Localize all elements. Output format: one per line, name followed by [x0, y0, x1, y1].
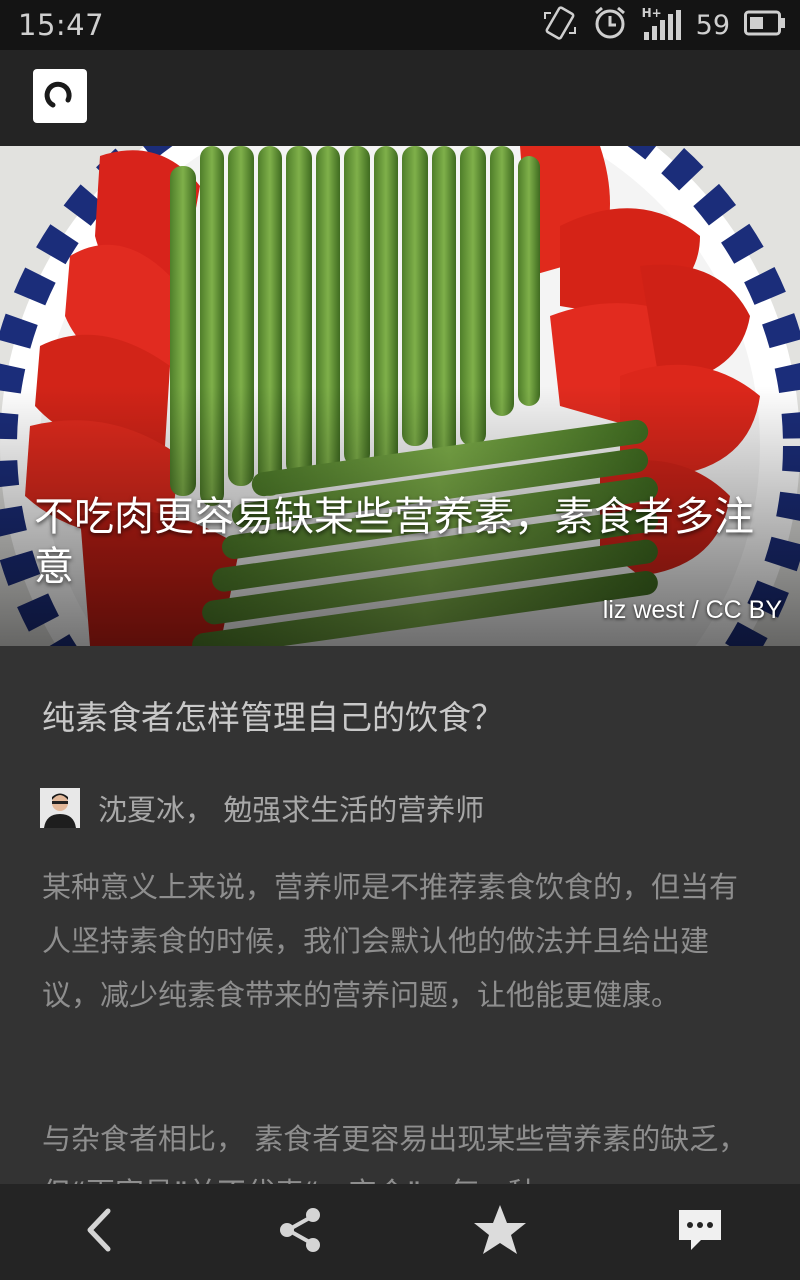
avatar[interactable]	[40, 788, 80, 828]
hero-image[interactable]: 不吃肉更容易缺某些营养素，素食者多注意 liz west / CC BY	[0, 146, 800, 646]
app-bar	[0, 50, 800, 146]
battery-icon	[744, 10, 786, 40]
signal-icon: H+	[642, 6, 682, 42]
back-button[interactable]	[0, 1184, 200, 1280]
image-credit: liz west / CC BY	[602, 596, 782, 624]
star-icon	[472, 1203, 528, 1261]
question-title[interactable]: 纯素食者怎样管理自己的饮食？	[42, 696, 762, 740]
author-row[interactable]: 沈夏冰， 勉强求生活的营养师	[40, 788, 484, 828]
comment-button[interactable]	[600, 1184, 800, 1280]
favorite-button[interactable]	[400, 1184, 600, 1280]
back-icon	[80, 1205, 120, 1259]
answer-paragraph: 某种意义上来说，营养师是不推荐素食饮食的，但当有人坚持素食的时候，我们会默认他的…	[42, 870, 739, 1012]
status-time: 15:47	[18, 8, 105, 42]
status-icons: H+ 59	[542, 5, 786, 45]
alarm-icon	[592, 5, 628, 45]
battery-percent: 59	[695, 9, 730, 41]
share-icon	[275, 1205, 325, 1259]
screen-rotate-icon	[542, 5, 578, 45]
author-name: 沈夏冰， 勉强求生活的营养师	[98, 793, 485, 827]
comment-icon	[677, 1208, 723, 1256]
app-logo-icon[interactable]	[33, 69, 87, 123]
share-button[interactable]	[200, 1184, 400, 1280]
bottom-toolbar	[0, 1184, 800, 1280]
hero-title: 不吃肉更容易缺某些营养素，素食者多注意	[34, 494, 754, 590]
status-bar: 15:47 H+ 59	[0, 0, 800, 50]
